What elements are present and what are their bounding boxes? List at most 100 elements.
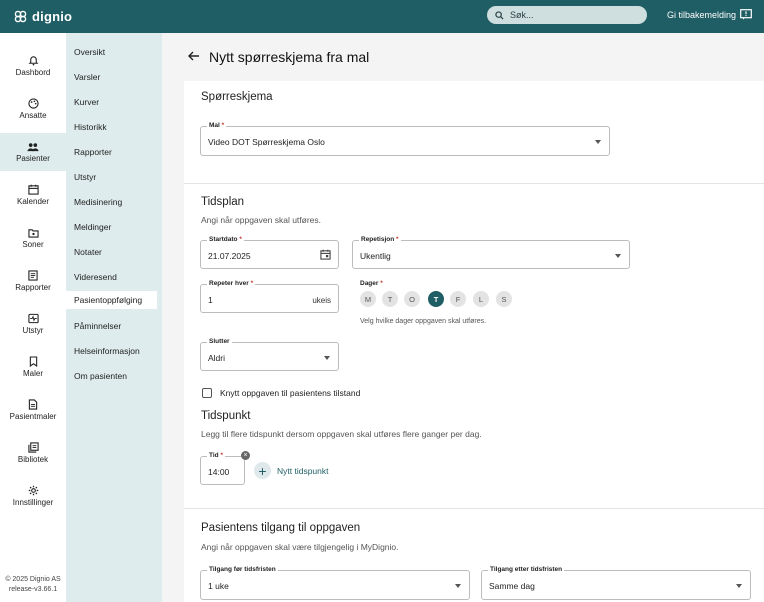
questionnaire-section-title: Spørreskjema	[201, 91, 273, 103]
search-input[interactable]: Søk...	[487, 6, 647, 24]
repeat-interval-field[interactable]: Repeter hver * 1 ukeis	[200, 280, 339, 313]
subnav-item-varsler[interactable]: Varsler	[74, 70, 100, 84]
link-condition-label: Knytt oppgaven til pasientens tilstand	[220, 388, 361, 398]
template-value: Video DOT Spørreskjema Oslo	[208, 137, 325, 147]
feedback-button[interactable]: Gi tilbakemelding	[667, 9, 752, 20]
subnav-item-videresend[interactable]: Videresend	[74, 270, 117, 284]
subnav-item-notater[interactable]: Notater	[74, 245, 102, 259]
subnav-item-kurver[interactable]: Kurver	[74, 95, 99, 109]
day-toggle-wed[interactable]: O	[404, 291, 420, 307]
feedback-icon	[740, 9, 752, 20]
access-after-label: Tilgang etter tidsfristen	[488, 566, 565, 573]
logo-icon	[14, 10, 27, 23]
start-date-field[interactable]: Startdato * 21.07.2025	[200, 236, 339, 269]
repetition-label: Repetisjon *	[359, 236, 401, 243]
day-toggle-fri[interactable]: F	[450, 291, 466, 307]
start-date-label: Startdato *	[207, 236, 244, 243]
calendar-icon[interactable]	[320, 249, 331, 260]
copyright-text: © 2025 Dignio AS	[5, 576, 61, 583]
plus-icon: +	[258, 462, 267, 479]
calendar-icon	[27, 184, 39, 195]
page-title: Nytt spørreskjema fra mal	[209, 49, 370, 65]
nav-item-bibliotek[interactable]: Bibliotek	[0, 434, 66, 472]
subnav-item-oversikt[interactable]: Oversikt	[74, 45, 105, 59]
nav-item-soner[interactable]: Soner	[0, 219, 66, 257]
divider	[184, 508, 764, 509]
access-before-label: Tilgang før tidsfristen	[207, 566, 278, 573]
patient-subnav: Oversikt Varsler Kurver Historikk Rappor…	[66, 33, 162, 602]
chevron-down-icon	[324, 356, 330, 360]
app-name: dignio	[32, 9, 73, 24]
chevron-down-icon	[595, 140, 601, 144]
day-toggle-sat[interactable]: L	[473, 291, 489, 307]
nav-item-ansatte[interactable]: Ansatte	[0, 90, 66, 128]
ends-select[interactable]: Slutter Aldri	[200, 338, 339, 371]
chevron-down-icon	[615, 254, 621, 258]
search-icon	[495, 10, 504, 20]
bell-icon	[28, 56, 38, 66]
top-bar: dignio Søk... Gi tilbakemelding	[0, 0, 764, 33]
add-time-button[interactable]: +	[254, 462, 271, 479]
day-toggle-tue[interactable]: T	[382, 291, 398, 307]
time-field[interactable]: Tid * 14:00	[200, 452, 245, 485]
start-date-value: 21.07.2025	[208, 251, 251, 261]
access-before-select[interactable]: Tilgang før tidsfristen 1 uke	[200, 566, 470, 600]
day-toggle-mon[interactable]: M	[360, 291, 376, 307]
form-card: Spørreskjema Mal * Video DOT Spørreskjem…	[184, 81, 764, 602]
back-arrow-icon[interactable]	[188, 51, 200, 61]
add-time-label[interactable]: Nytt tidspunkt	[277, 466, 329, 476]
subnav-item-pasientoppfolging[interactable]: Pasientoppfølging	[66, 291, 157, 309]
feedback-label: Gi tilbakemelding	[667, 9, 737, 20]
subnav-item-om-pasienten[interactable]: Om pasienten	[74, 369, 127, 383]
repeat-interval-unit: ukeis	[312, 296, 331, 305]
access-helper: Angi når oppgaven skal være tilgjengelig…	[201, 542, 399, 552]
subnav-item-helseinformasjon[interactable]: Helseinformasjon	[74, 344, 140, 358]
time-section-title: Tidspunkt	[201, 410, 251, 422]
subnav-item-historikk[interactable]: Historikk	[74, 120, 107, 134]
nav-item-maler[interactable]: Maler	[0, 348, 66, 386]
ends-value: Aldri	[208, 353, 226, 363]
schedule-helper: Angi når oppgaven skal utføres.	[201, 215, 322, 225]
template-select[interactable]: Mal * Video DOT Spørreskjema Oslo	[200, 122, 610, 156]
nav-item-dashbord[interactable]: Dashbord	[0, 47, 66, 85]
bookmark-icon	[29, 356, 37, 367]
days-helper: Velg hvilke dager oppgaven skal utføres.	[360, 318, 487, 325]
remove-time-icon[interactable]: ×	[241, 451, 250, 460]
main-content: Nytt spørreskjema fra mal Spørreskjema M…	[162, 33, 764, 602]
chevron-down-icon	[736, 584, 742, 588]
subnav-item-rapporter[interactable]: Rapporter	[74, 145, 112, 159]
subnav-item-medisinering[interactable]: Medisinering	[74, 195, 122, 209]
subnav-item-paminnelser[interactable]: Påminnelser	[74, 319, 121, 333]
release-info: © 2025 Dignio AS release-v3.66.1	[0, 575, 66, 595]
subnav-item-meldinger[interactable]: Meldinger	[74, 220, 111, 234]
access-section-title: Pasientens tilgang til oppgaven	[201, 522, 361, 534]
nav-item-pasienter[interactable]: Pasienter	[0, 133, 66, 171]
release-text: release-v3.66.1	[8, 586, 58, 593]
primary-nav: Dashbord Ansatte Pasienter Kalender Sone…	[0, 33, 66, 602]
gear-icon	[28, 485, 38, 496]
dignio-logo[interactable]: dignio	[14, 9, 72, 24]
time-label: Tid *	[207, 452, 225, 459]
report-icon	[28, 270, 38, 281]
document-icon	[28, 399, 38, 410]
ends-label: Slutter	[207, 338, 232, 345]
nav-item-rapporter[interactable]: Rapporter	[0, 262, 66, 300]
people-icon	[27, 142, 39, 151]
time-value: 14:00	[208, 467, 230, 477]
device-icon	[27, 313, 39, 324]
day-toggle-thu[interactable]: T	[428, 291, 444, 307]
link-condition-checkbox[interactable]	[202, 388, 212, 398]
chevron-down-icon	[455, 584, 461, 588]
time-helper: Legg til flere tidspunkt dersom oppgaven…	[201, 429, 482, 439]
nav-item-kalender[interactable]: Kalender	[0, 176, 66, 214]
nav-item-innstillinger[interactable]: Innstillinger	[0, 477, 66, 515]
subnav-item-utstyr[interactable]: Utstyr	[74, 170, 96, 184]
library-icon	[27, 442, 39, 453]
palette-icon	[27, 98, 39, 109]
repeat-interval-value: 1	[208, 295, 213, 305]
repetition-select[interactable]: Repetisjon * Ukentlig	[352, 236, 630, 269]
day-toggle-sun[interactable]: S	[496, 291, 512, 307]
nav-item-pasientmaler[interactable]: Pasientmaler	[0, 391, 66, 429]
nav-item-utstyr[interactable]: Utstyr	[0, 305, 66, 343]
access-after-select[interactable]: Tilgang etter tidsfristen Samme dag	[481, 566, 751, 600]
